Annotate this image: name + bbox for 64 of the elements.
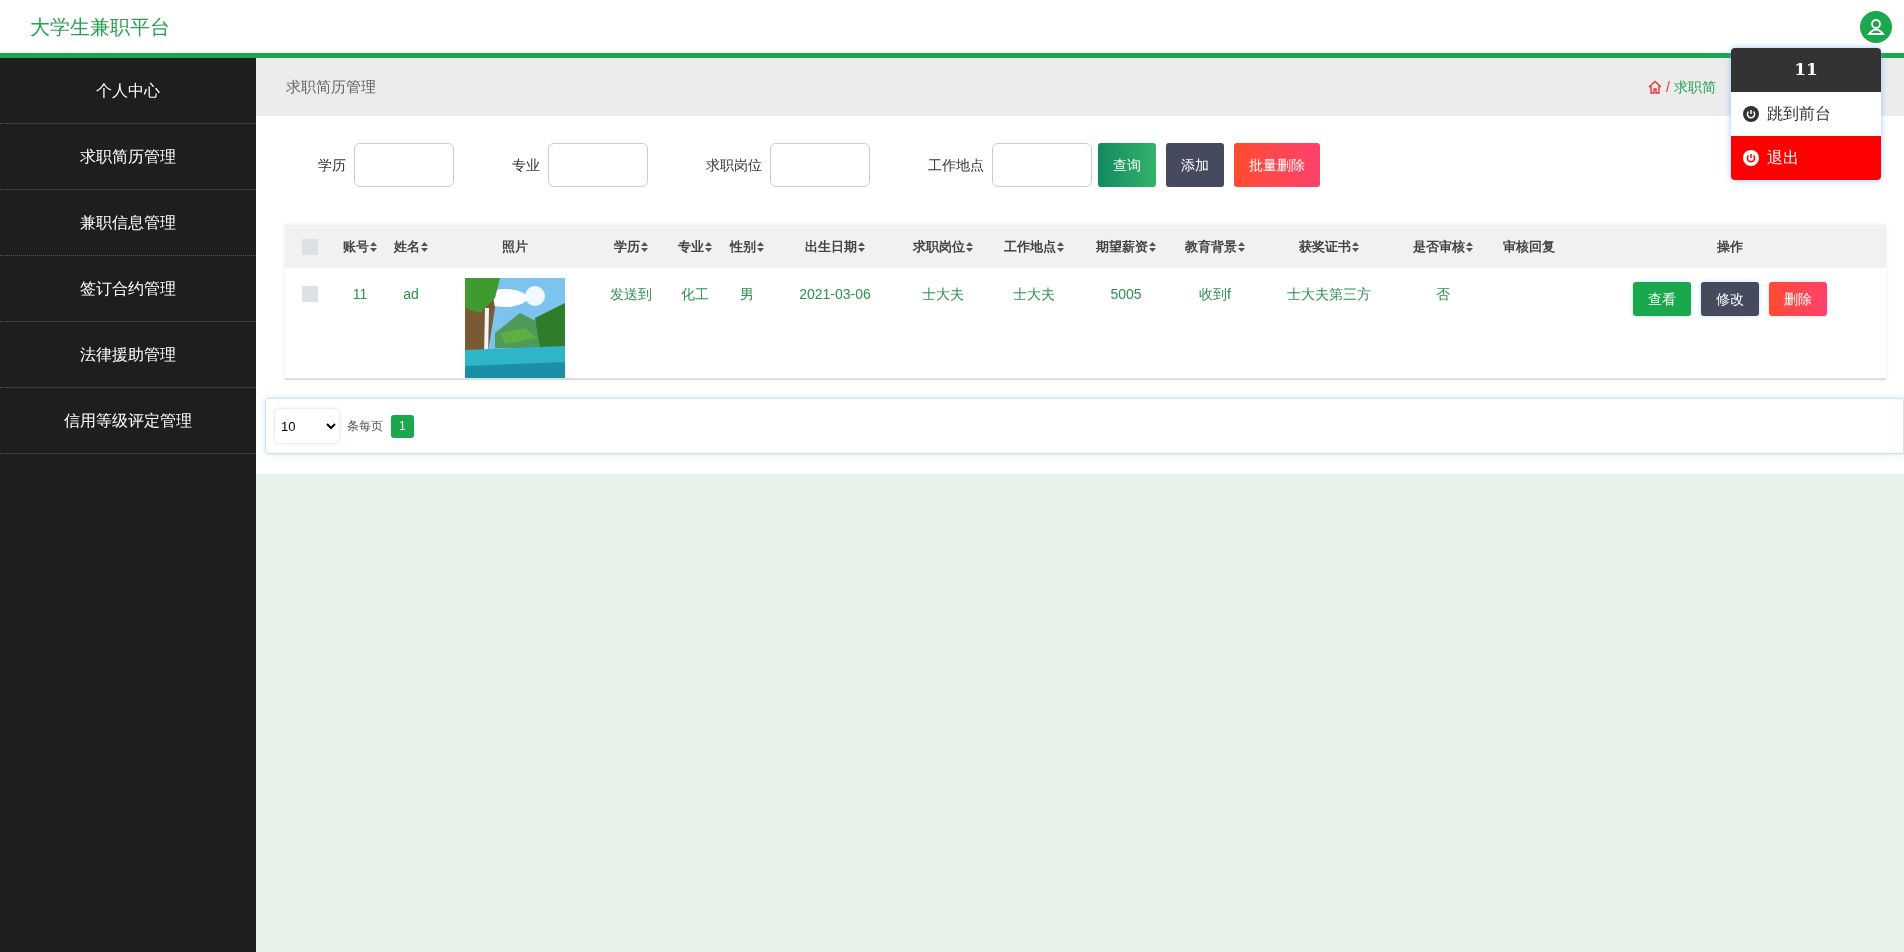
row-checkbox[interactable] [302, 286, 318, 302]
column-header[interactable]: 教育背景 [1185, 236, 1245, 257]
column-header: 审核回复 [1503, 237, 1555, 256]
table-cell-text: 5005 [1110, 285, 1142, 304]
sort-icon[interactable] [421, 241, 428, 252]
column-header[interactable]: 学历 [614, 236, 648, 257]
column-header: 照片 [502, 237, 528, 256]
column-header[interactable]: 性别 [730, 236, 764, 257]
sort-icon[interactable] [1238, 241, 1245, 252]
table-cell-text: 士大夫第三方 [1287, 285, 1371, 304]
column-header[interactable]: 获奖证书 [1299, 236, 1359, 257]
dropdown-item[interactable]: 跳到前台 [1731, 92, 1881, 136]
table-cell-text: 2021-03-06 [799, 285, 871, 304]
user-icon [1867, 17, 1885, 36]
search-field[interactable] [770, 143, 870, 187]
user-avatar[interactable] [1860, 10, 1892, 43]
column-header[interactable]: 工作地点 [1004, 236, 1064, 257]
column-header[interactable]: 求职岗位 [913, 236, 973, 257]
table-cell-text: 男 [740, 285, 754, 304]
column-header: 操作 [1716, 237, 1743, 256]
add-button[interactable]: 添加 [1166, 143, 1224, 187]
table-cell-text: 发送到 [610, 285, 652, 304]
sort-icon[interactable] [1466, 241, 1473, 252]
page-size-select[interactable]: 10 [275, 409, 339, 443]
sort-icon[interactable] [1149, 241, 1156, 252]
home-icon[interactable] [1648, 80, 1663, 94]
search-field[interactable] [354, 143, 454, 187]
column-header[interactable]: 专业 [678, 236, 712, 257]
field-label: 学历 [318, 155, 346, 175]
table-cell-text: 否 [1436, 285, 1450, 304]
breadcrumb-separator: / [1666, 77, 1670, 97]
sort-icon[interactable] [705, 241, 712, 252]
site-title: 大学生兼职平台 [30, 14, 170, 40]
column-header[interactable]: 是否审核 [1413, 236, 1473, 257]
field-label: 求职岗位 [706, 155, 762, 175]
table-cell-text: ad [403, 285, 419, 304]
field-label: 专业 [512, 155, 540, 175]
table-cell-text: 收到f [1199, 285, 1231, 304]
sort-icon[interactable] [370, 241, 377, 252]
dropdown-username: 11 [1731, 48, 1881, 92]
sort-icon[interactable] [1057, 241, 1064, 252]
field-label: 工作地点 [928, 155, 984, 175]
query-button[interactable]: 查询 [1098, 143, 1156, 187]
table-cell-text: 11 [352, 285, 368, 304]
sort-icon[interactable] [1352, 241, 1359, 252]
column-header[interactable]: 期望薪资 [1096, 236, 1156, 257]
table-cell-text: 士大夫 [1013, 285, 1055, 304]
table-cell-text: 士大夫 [922, 285, 964, 304]
sort-icon[interactable] [858, 241, 865, 252]
column-header[interactable]: 出生日期 [805, 236, 865, 257]
dropdown-item[interactable]: 退出 [1731, 136, 1881, 180]
edit-button[interactable]: 修改 [1700, 282, 1759, 316]
table-cell-text: 化工 [681, 285, 709, 304]
page-title: 求职简历管理 [286, 76, 376, 97]
power-icon [1743, 106, 1759, 122]
column-header[interactable]: 姓名 [394, 236, 428, 257]
sort-icon[interactable] [641, 241, 648, 252]
sort-icon[interactable] [966, 241, 973, 252]
power-icon [1743, 150, 1759, 166]
per-page-label: 条每页 [347, 418, 383, 435]
column-header[interactable]: 账号 [343, 236, 377, 257]
search-field[interactable] [992, 143, 1092, 187]
search-field[interactable] [548, 143, 648, 187]
sort-icon[interactable] [757, 241, 764, 252]
